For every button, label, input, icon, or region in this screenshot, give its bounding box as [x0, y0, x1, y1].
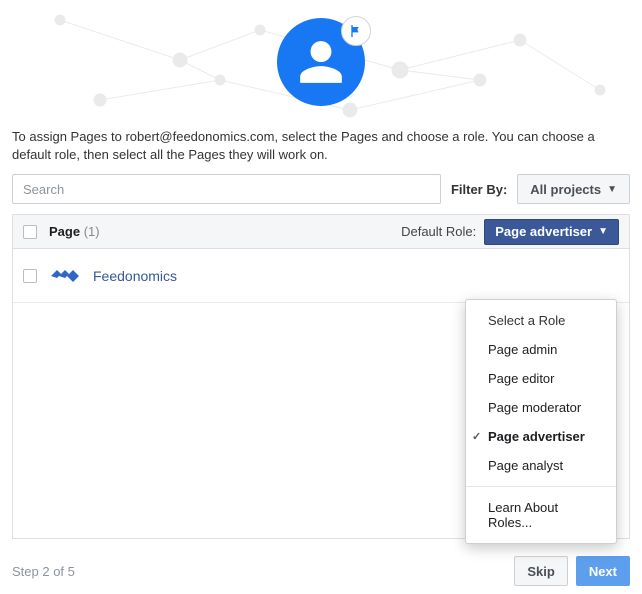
- select-all-checkbox[interactable]: [23, 225, 37, 239]
- instructions-text: To assign Pages to robert@feedonomics.co…: [0, 120, 642, 174]
- footer: Step 2 of 5 Skip Next: [0, 548, 642, 594]
- default-role-label: Default Role:: [401, 224, 476, 239]
- caret-down-icon: ▼: [607, 184, 617, 195]
- filter-projects-button[interactable]: All projects ▼: [517, 174, 630, 204]
- next-button[interactable]: Next: [576, 556, 630, 586]
- step-indicator: Step 2 of 5: [12, 564, 75, 579]
- page-name: Feedonomics: [93, 268, 177, 284]
- default-role-value: Page advertiser: [495, 224, 592, 239]
- avatar-wrap: [277, 18, 365, 106]
- learn-about-roles-link[interactable]: Learn About Roles...: [466, 493, 616, 537]
- page-logo-icon: [49, 260, 81, 292]
- table-row[interactable]: Feedonomics: [13, 249, 629, 303]
- role-option-admin[interactable]: Page admin: [466, 335, 616, 364]
- dropdown-separator: [466, 486, 616, 487]
- filter-row: Filter By: All projects ▼: [0, 174, 642, 214]
- role-option-analyst[interactable]: Page analyst: [466, 451, 616, 480]
- flag-badge-icon: [341, 16, 371, 46]
- column-title: Page (1): [49, 224, 100, 239]
- role-option-editor[interactable]: Page editor: [466, 364, 616, 393]
- role-option-moderator[interactable]: Page moderator: [466, 393, 616, 422]
- table-header: Page (1) Default Role: Page advertiser ▼: [13, 215, 629, 249]
- check-icon: ✓: [472, 430, 481, 443]
- role-dropdown: Select a Role Page admin Page editor Pag…: [465, 299, 617, 544]
- skip-button[interactable]: Skip: [514, 556, 567, 586]
- filter-projects-label: All projects: [530, 182, 601, 197]
- column-count: (1): [84, 224, 100, 239]
- caret-down-icon: ▼: [598, 226, 608, 237]
- dropdown-header: Select a Role: [466, 306, 616, 335]
- hero: [0, 0, 642, 120]
- filter-by-label: Filter By:: [451, 182, 507, 197]
- column-title-label: Page: [49, 224, 80, 239]
- pages-table: Page (1) Default Role: Page advertiser ▼…: [12, 214, 630, 539]
- search-input[interactable]: [12, 174, 441, 204]
- default-role-picker[interactable]: Page advertiser ▼: [484, 219, 619, 245]
- row-checkbox[interactable]: [23, 269, 37, 283]
- role-option-advertiser[interactable]: ✓Page advertiser: [466, 422, 616, 451]
